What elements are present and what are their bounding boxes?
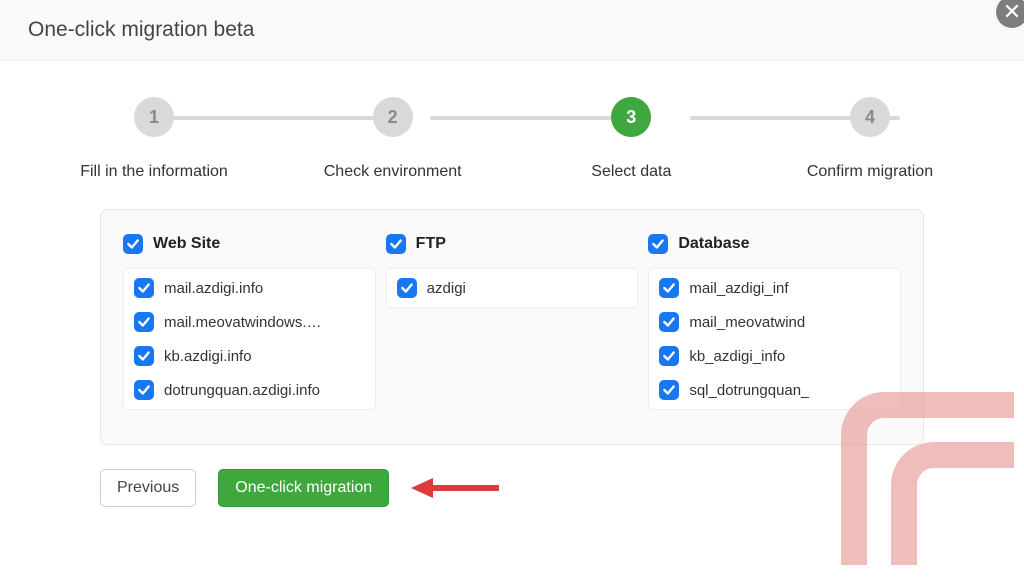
watermark-icon — [814, 365, 1024, 580]
migration-modal: One-click migration beta ✕ 1 Fill in the… — [0, 0, 1024, 580]
checkbox[interactable] — [134, 278, 154, 298]
website-item-list: mail.azdigi.info mail.meovatwindows.… kb… — [123, 268, 376, 410]
category-label: Web Site — [153, 235, 220, 253]
modal-header: One-click migration beta — [0, 0, 1024, 61]
item-label: mail.azdigi.info — [164, 280, 263, 297]
checkbox[interactable] — [134, 380, 154, 400]
item-label: mail_azdigi_inf — [689, 280, 788, 297]
step-circle: 1 — [134, 97, 174, 137]
checkbox[interactable] — [134, 312, 154, 332]
step-label: Select data — [591, 163, 671, 181]
step-label: Check environment — [324, 163, 462, 181]
step-label: Fill in the information — [80, 163, 228, 181]
ftp-item-list: azdigi — [386, 268, 639, 308]
previous-button[interactable]: Previous — [100, 469, 196, 507]
step-4[interactable]: 4 Confirm migration — [760, 97, 980, 181]
list-item[interactable]: mail.meovatwindows.… — [124, 305, 375, 339]
item-label: sql_dotrungquan_ — [689, 382, 809, 399]
item-label: azdigi — [427, 280, 466, 297]
step-3[interactable]: 3 Select data — [521, 97, 741, 181]
checkbox[interactable] — [659, 346, 679, 366]
list-item[interactable]: mail_meovatwind — [649, 305, 900, 339]
select-data-panel: Web Site mail.azdigi.info mail.meovatwin… — [100, 209, 924, 445]
column-website: Web Site mail.azdigi.info mail.meovatwin… — [123, 234, 376, 410]
list-item[interactable]: mail_azdigi_inf — [649, 271, 900, 305]
checkbox[interactable] — [123, 234, 143, 254]
pointer-arrow-icon — [411, 473, 501, 503]
list-item[interactable]: dotrungquan.azdigi.info — [124, 373, 375, 407]
step-label: Confirm migration — [807, 163, 933, 181]
one-click-migration-button[interactable]: One-click migration — [218, 469, 389, 507]
column-ftp: FTP azdigi — [386, 234, 639, 410]
checkbox[interactable] — [659, 278, 679, 298]
list-item[interactable]: azdigi — [387, 271, 638, 305]
item-label: dotrungquan.azdigi.info — [164, 382, 320, 399]
checkbox[interactable] — [648, 234, 668, 254]
category-header-database[interactable]: Database — [648, 234, 901, 254]
checkbox[interactable] — [386, 234, 406, 254]
item-label: kb.azdigi.info — [164, 348, 252, 365]
list-item[interactable]: mail.azdigi.info — [124, 271, 375, 305]
checkbox[interactable] — [659, 380, 679, 400]
item-label: mail_meovatwind — [689, 314, 805, 331]
list-item[interactable]: kb.azdigi.info — [124, 339, 375, 373]
category-header-ftp[interactable]: FTP — [386, 234, 639, 254]
checkbox[interactable] — [134, 346, 154, 366]
close-icon: ✕ — [1003, 0, 1021, 25]
category-label: Database — [678, 235, 749, 253]
step-circle: 2 — [373, 97, 413, 137]
item-label: kb_azdigi_info — [689, 348, 785, 365]
modal-title: One-click migration beta — [28, 18, 254, 41]
category-label: FTP — [416, 235, 446, 253]
step-circle: 4 — [850, 97, 890, 137]
item-label: mail.meovatwindows.… — [164, 314, 322, 331]
step-1[interactable]: 1 Fill in the information — [44, 97, 264, 181]
checkbox[interactable] — [659, 312, 679, 332]
stepper: 1 Fill in the information 2 Check enviro… — [0, 61, 1024, 195]
step-circle: 3 — [611, 97, 651, 137]
category-header-website[interactable]: Web Site — [123, 234, 376, 254]
checkbox[interactable] — [397, 278, 417, 298]
step-2[interactable]: 2 Check environment — [283, 97, 503, 181]
